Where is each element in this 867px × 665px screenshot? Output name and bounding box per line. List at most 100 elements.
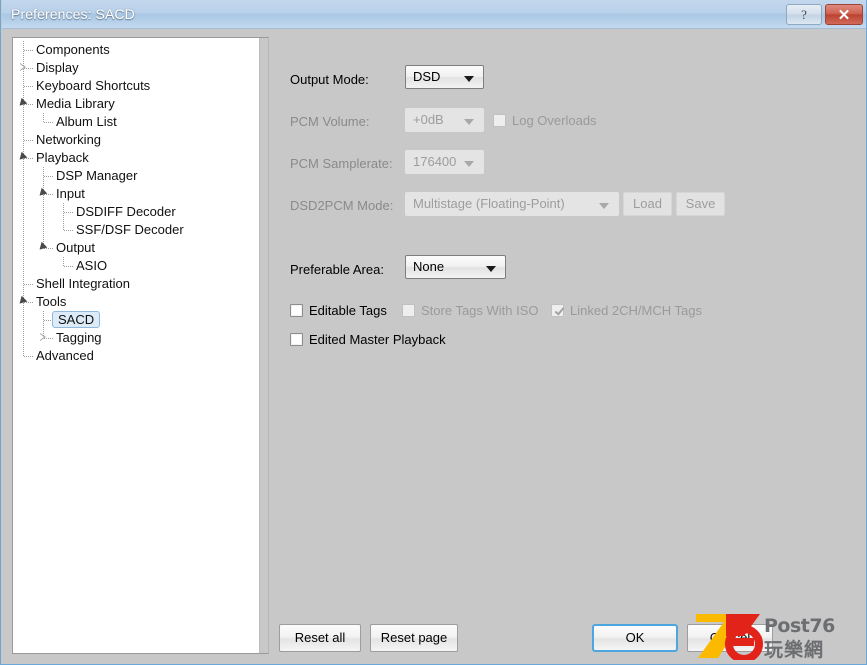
tree-connector-line bbox=[64, 230, 73, 231]
tree-connector-line bbox=[24, 50, 33, 51]
sidebar-item-label: Components bbox=[36, 42, 110, 57]
sidebar-item-dsdiff-decoder[interactable]: DSDIFF Decoder bbox=[13, 203, 258, 221]
settings-tree[interactable]: Components Display Keyboard Shortcuts Media… bbox=[13, 41, 258, 365]
tree-connector-line bbox=[23, 311, 24, 329]
sidebar-item-label: Advanced bbox=[36, 348, 94, 363]
sidebar-item-input[interactable]: Input bbox=[13, 185, 258, 203]
tree-connector-line bbox=[44, 122, 53, 123]
checkmark-icon bbox=[554, 304, 564, 316]
window-title: Preferences: SACD bbox=[11, 6, 135, 22]
expander-open-icon[interactable] bbox=[19, 154, 27, 162]
chevron-down-icon bbox=[486, 266, 496, 272]
sidebar-item-label: DSDIFF Decoder bbox=[76, 204, 176, 219]
output-mode-select[interactable]: DSD bbox=[405, 65, 484, 89]
tree-connector-line bbox=[64, 266, 73, 267]
help-button[interactable]: ? bbox=[786, 4, 822, 25]
sidebar-item-label: Album List bbox=[56, 114, 117, 129]
sidebar-item-label: Output bbox=[56, 240, 96, 255]
sidebar-item-label: Input bbox=[56, 186, 85, 201]
expander-open-icon[interactable] bbox=[39, 190, 47, 198]
tree-connector-line bbox=[23, 113, 24, 131]
sidebar-item-display[interactable]: Display bbox=[13, 59, 258, 77]
preferable-area-value: None bbox=[413, 259, 445, 274]
tree-connector-line bbox=[44, 176, 53, 177]
settings-tree-panel[interactable]: Components Display Keyboard Shortcuts Media… bbox=[12, 37, 269, 654]
checkbox-box bbox=[493, 114, 506, 127]
expander-open-icon[interactable] bbox=[19, 298, 27, 306]
sidebar-item-playback[interactable]: Playback bbox=[13, 149, 258, 167]
tree-scrollbar-gutter[interactable] bbox=[259, 38, 268, 653]
sidebar-item-keyboard-shortcuts[interactable]: Keyboard Shortcuts bbox=[13, 77, 258, 95]
sidebar-item-tagging[interactable]: Tagging bbox=[13, 329, 258, 347]
output-mode-value: DSD bbox=[413, 69, 441, 84]
expander-open-icon[interactable] bbox=[39, 244, 47, 252]
sidebar-item-label: SSF/DSF Decoder bbox=[76, 222, 184, 237]
pcm-volume-label: PCM Volume: bbox=[290, 114, 370, 129]
tree-connector-line bbox=[43, 203, 44, 221]
sidebar-item-components[interactable]: Components bbox=[13, 41, 258, 59]
sidebar-item-networking[interactable]: Networking bbox=[13, 131, 258, 149]
sidebar-item-label: Playback bbox=[36, 150, 89, 165]
expander-closed-icon[interactable] bbox=[40, 333, 46, 342]
title-bar[interactable]: Preferences: SACD ? ✕ bbox=[2, 0, 866, 29]
checkbox-box bbox=[290, 333, 303, 346]
chevron-down-icon bbox=[464, 119, 474, 125]
pcm-samplerate-select[interactable]: 176400 bbox=[405, 150, 484, 174]
tree-connector-line bbox=[23, 257, 24, 275]
tree-connector-line bbox=[64, 212, 73, 213]
sidebar-item-dsp-manager[interactable]: DSP Manager bbox=[13, 167, 258, 185]
tree-connector-line bbox=[23, 239, 24, 257]
linked-2ch-mch-tags-label: Linked 2CH/MCH Tags bbox=[570, 303, 702, 318]
reset-all-button[interactable]: Reset all bbox=[279, 624, 361, 652]
close-icon: ✕ bbox=[837, 7, 851, 24]
sidebar-item-shell-integration[interactable]: Shell Integration bbox=[13, 275, 258, 293]
sidebar-item-label: Shell Integration bbox=[36, 276, 130, 291]
tree-connector-line bbox=[23, 329, 24, 347]
sidebar-item-advanced[interactable]: Advanced bbox=[13, 347, 258, 365]
chevron-down-icon bbox=[599, 203, 609, 209]
sidebar-item-label: ASIO bbox=[76, 258, 108, 273]
reset-page-button[interactable]: Reset page bbox=[370, 624, 458, 652]
chevron-down-icon bbox=[464, 76, 474, 82]
dsd2pcm-mode-select[interactable]: Multistage (Floating-Point) bbox=[405, 192, 619, 216]
checkbox-box bbox=[551, 304, 564, 317]
sidebar-item-label: Tools bbox=[36, 294, 67, 309]
pcm-samplerate-label: PCM Samplerate: bbox=[290, 156, 393, 171]
sidebar-item-label: Keyboard Shortcuts bbox=[36, 78, 151, 93]
edited-master-playback-label: Edited Master Playback bbox=[309, 332, 446, 347]
chevron-down-icon bbox=[464, 161, 474, 167]
sidebar-item-label: SACD bbox=[52, 311, 101, 329]
preferable-area-select[interactable]: None bbox=[405, 255, 506, 279]
sidebar-item-media-library[interactable]: Media Library bbox=[13, 95, 258, 113]
sacd-settings-pane: Output Mode: DSD PCM Volume: +0dB Log Ov… bbox=[269, 29, 865, 663]
close-button[interactable]: ✕ bbox=[825, 4, 863, 25]
store-tags-with-iso-label: Store Tags With ISO bbox=[421, 303, 539, 318]
expander-closed-icon[interactable] bbox=[20, 63, 26, 72]
ok-button[interactable]: OK bbox=[592, 624, 678, 652]
dsd2pcm-mode-label: DSD2PCM Mode: bbox=[290, 198, 394, 213]
sidebar-item-label: Networking bbox=[36, 132, 102, 147]
save-button[interactable]: Save bbox=[676, 192, 725, 216]
tree-connector-line bbox=[23, 203, 24, 221]
checkbox-box bbox=[402, 304, 415, 317]
sidebar-item-album-list[interactable]: Album List bbox=[13, 113, 258, 131]
tree-connector-line bbox=[43, 221, 44, 239]
pcm-volume-value: +0dB bbox=[413, 112, 444, 127]
sidebar-item-output[interactable]: Output bbox=[13, 239, 258, 257]
output-mode-label: Output Mode: bbox=[290, 72, 369, 87]
sidebar-item-tools[interactable]: Tools bbox=[13, 293, 258, 311]
sidebar-item-selected: SACD bbox=[52, 311, 101, 328]
sidebar-item-label: DSP Manager bbox=[56, 168, 138, 183]
pcm-volume-select[interactable]: +0dB bbox=[405, 108, 484, 132]
sidebar-item-sacd[interactable]: SACD bbox=[13, 311, 258, 329]
tree-connector-line bbox=[24, 140, 33, 141]
tree-connector-line bbox=[24, 284, 33, 285]
sidebar-item-asio[interactable]: ASIO bbox=[13, 257, 258, 275]
expander-open-icon[interactable] bbox=[19, 100, 27, 108]
log-overloads-label: Log Overloads bbox=[512, 113, 597, 128]
cancel-button[interactable]: Cancel bbox=[687, 624, 773, 652]
checkbox-box bbox=[290, 304, 303, 317]
sidebar-item-ssf-dsf-decoder[interactable]: SSF/DSF Decoder bbox=[13, 221, 258, 239]
window-inner-frame: Preferences: SACD ? ✕ Components Display K… bbox=[2, 0, 866, 663]
load-button[interactable]: Load bbox=[623, 192, 672, 216]
